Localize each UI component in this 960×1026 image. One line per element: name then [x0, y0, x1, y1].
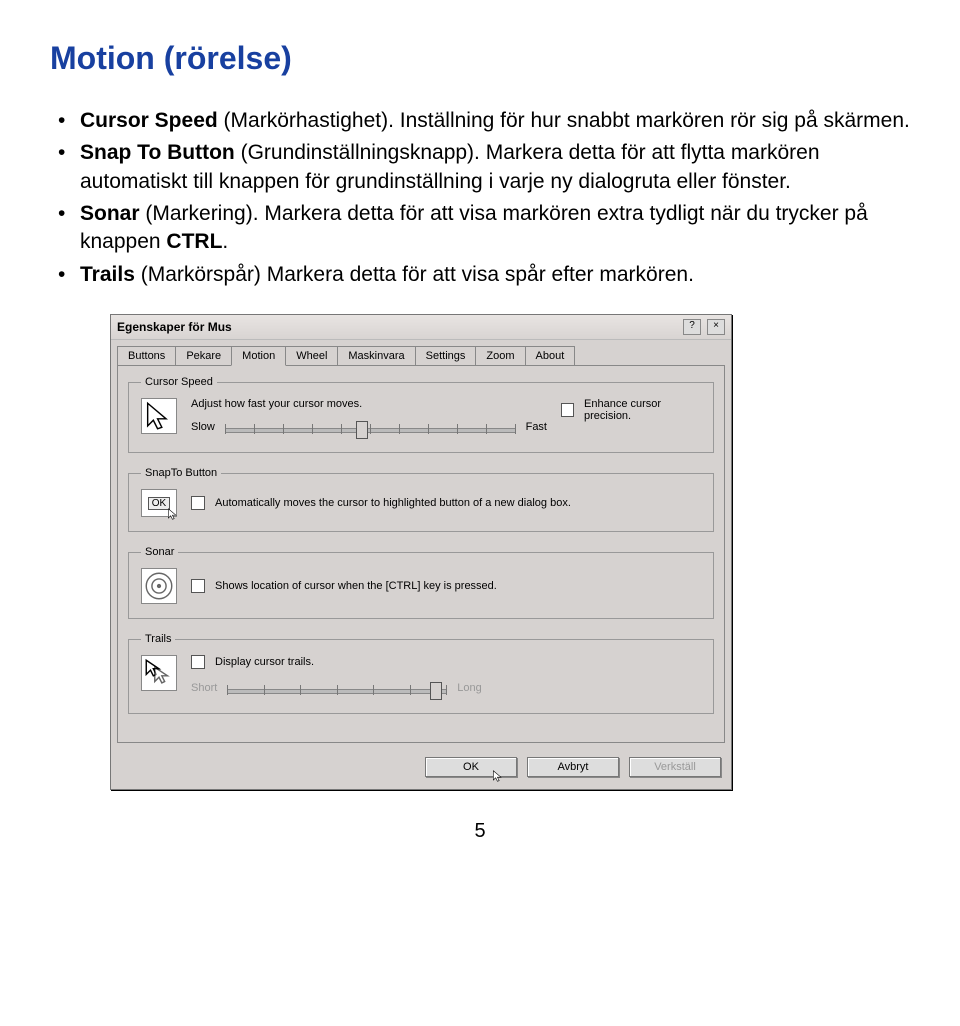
- sonar-icon: [141, 568, 177, 604]
- tab-maskinvara[interactable]: Maskinvara: [337, 346, 415, 365]
- group-legend: SnapTo Button: [141, 467, 221, 479]
- cursor-speed-slider[interactable]: [225, 420, 516, 438]
- dialog-button-row: OK Avbryt Verkställ: [111, 749, 731, 789]
- trails-label: Display cursor trails.: [215, 656, 314, 668]
- dialog-titlebar: Egenskaper för Mus ? ×: [111, 315, 731, 340]
- tab-buttons[interactable]: Buttons: [117, 346, 176, 365]
- snapto-icon: OK: [141, 489, 177, 517]
- tab-panel-motion: Cursor Speed Adjust how fast your cursor…: [117, 365, 725, 743]
- long-label: Long: [457, 682, 481, 694]
- mouse-properties-dialog: Egenskaper för Mus ? × Buttons Pekare Mo…: [110, 314, 732, 790]
- doc-bullet: Cursor Speed (Markörhastighet). Inställn…: [80, 107, 910, 135]
- snapto-label: Automatically moves the cursor to highli…: [215, 497, 571, 509]
- enhance-precision-checkbox[interactable]: [561, 403, 574, 417]
- tab-pekare[interactable]: Pekare: [175, 346, 232, 365]
- help-button[interactable]: ?: [683, 319, 701, 335]
- snapto-checkbox[interactable]: [191, 496, 205, 510]
- page-heading: Motion (rörelse): [50, 40, 910, 77]
- page-number: 5: [50, 820, 910, 843]
- group-cursor-speed: Cursor Speed Adjust how fast your cursor…: [128, 376, 714, 453]
- group-legend: Sonar: [141, 546, 178, 558]
- trails-icon: [141, 655, 177, 691]
- sonar-checkbox[interactable]: [191, 579, 205, 593]
- group-trails: Trails Display cursor trails. Short: [128, 633, 714, 714]
- group-legend: Trails: [141, 633, 175, 645]
- slow-label: Slow: [191, 421, 215, 433]
- enhance-precision-label: Enhance cursor precision.: [584, 398, 701, 422]
- group-snapto: SnapTo Button OK Automatically moves the…: [128, 467, 714, 532]
- sonar-label: Shows location of cursor when the [CTRL]…: [215, 580, 497, 592]
- cursor-speed-icon: [141, 398, 177, 434]
- apply-button[interactable]: Verkställ: [629, 757, 721, 777]
- short-label: Short: [191, 682, 217, 694]
- close-button[interactable]: ×: [707, 319, 725, 335]
- tab-zoom[interactable]: Zoom: [475, 346, 525, 365]
- tab-motion[interactable]: Motion: [231, 346, 286, 366]
- cancel-button[interactable]: Avbryt: [527, 757, 619, 777]
- trails-length-slider[interactable]: [227, 681, 447, 699]
- dialog-title: Egenskaper för Mus: [117, 320, 677, 334]
- tab-settings[interactable]: Settings: [415, 346, 477, 365]
- tab-strip: Buttons Pekare Motion Wheel Maskinvara S…: [111, 340, 731, 365]
- fast-label: Fast: [526, 421, 547, 433]
- trails-checkbox[interactable]: [191, 655, 205, 669]
- tab-wheel[interactable]: Wheel: [285, 346, 338, 365]
- ok-button[interactable]: OK: [425, 757, 517, 777]
- doc-bullet: Trails (Markörspår) Markera detta för at…: [80, 261, 910, 289]
- group-legend: Cursor Speed: [141, 376, 217, 388]
- doc-bullet-list: Cursor Speed (Markörhastighet). Inställn…: [50, 107, 910, 289]
- tab-about[interactable]: About: [525, 346, 576, 365]
- doc-bullet: Snap To Button (Grundinställningsknapp).…: [80, 139, 910, 196]
- doc-bullet: Sonar (Markering). Markera detta för att…: [80, 200, 910, 257]
- group-sonar: Sonar Shows location of cursor when the …: [128, 546, 714, 619]
- cursor-speed-desc: Adjust how fast your cursor moves.: [191, 398, 547, 410]
